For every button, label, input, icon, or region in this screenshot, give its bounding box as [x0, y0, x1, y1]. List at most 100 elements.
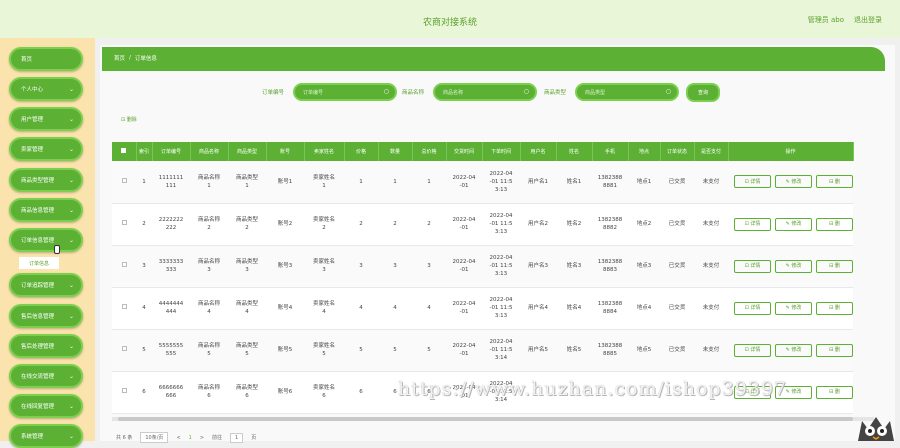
- pagination: 共 6 条 10条/页 < 1 > 前往 1 页: [116, 432, 256, 443]
- cell-place: 地点5: [628, 329, 660, 372]
- select-all-checkbox[interactable]: [112, 142, 137, 161]
- chevron-down-icon: ⌄: [68, 237, 74, 244]
- cell-seller: 卖家姓名 3: [304, 245, 344, 288]
- detail-button[interactable]: ⊡ 详情: [734, 217, 771, 231]
- sidebar-item-3[interactable]: 卖家管理 ⌄: [9, 137, 83, 161]
- cell-price: 3: [344, 245, 378, 288]
- edit-button[interactable]: ✎ 修改: [775, 217, 812, 231]
- product-name-input[interactable]: 商品名称 ○: [433, 83, 537, 101]
- cell-idx: 1: [136, 161, 152, 204]
- edit-button[interactable]: ✎ 修改: [775, 343, 812, 357]
- sidebar-item-label: 系统管理: [21, 434, 44, 440]
- row-checkbox[interactable]: [112, 245, 136, 288]
- cell-paid: 未支付: [694, 161, 728, 204]
- cell-acct: 账号2: [266, 203, 304, 246]
- cell-type: 商品类型 2: [228, 203, 266, 246]
- cell-name: 商品名称 5: [190, 329, 228, 372]
- search-icon: ○: [665, 88, 671, 95]
- sidebar-item-1[interactable]: 个人中心 ⌄: [9, 77, 83, 101]
- cell-order: 2222222 222: [152, 203, 190, 246]
- chevron-down-icon: ⌄: [68, 313, 74, 320]
- row-delete-button[interactable]: ⊟ 删: [816, 217, 853, 231]
- row-checkbox[interactable]: [112, 329, 136, 372]
- horizontal-scrollbar[interactable]: [112, 417, 874, 421]
- cell-actions: ⊡ 详情 ✎ 修改 ⊟ 删: [728, 287, 853, 330]
- cell-acct: 账号3: [266, 245, 304, 288]
- query-button[interactable]: 查询: [686, 83, 720, 102]
- sidebar-item-8[interactable]: 售后信息管理 ⌄: [9, 304, 83, 328]
- next-page-button[interactable]: >: [200, 435, 204, 441]
- chevron-down-icon: ⌄: [68, 86, 74, 93]
- cell-real: 姓名5: [556, 329, 592, 372]
- table-row[interactable]: 4 4444444 444 商品名称 4 商品类型 4 账号4 卖家姓名 4 4 4 4 2022…: [112, 287, 853, 330]
- cell-seller: 卖家姓名 4: [304, 287, 344, 330]
- sidebar-item-5[interactable]: 商品信息管理 ⌄: [9, 198, 83, 222]
- table-row[interactable]: 2 2222222 222 商品名称 2 商品类型 2 账号2 卖家姓名 2 2 2 2 2022…: [112, 203, 853, 246]
- page-size-select[interactable]: 10条/页: [140, 432, 169, 443]
- logout-link[interactable]: 退出登录: [854, 15, 882, 25]
- sidebar-item-label: 售后信息管理: [21, 314, 55, 320]
- cell-time: 2022-04 -01 11:5 3:14: [482, 329, 520, 372]
- cell-time: 2022-04 -01 11:5 3:13: [482, 161, 520, 204]
- cell-time: 2022-04 -01 11:5 3:13: [482, 287, 520, 330]
- cell-paid: 未支付: [694, 203, 728, 246]
- chevron-down-icon: ⌄: [68, 116, 74, 123]
- table-row[interactable]: 3 3333333 333 商品名称 3 商品类型 3 账号3 卖家姓名 3 3 3 3 2022…: [112, 245, 853, 288]
- cell-price: 5: [344, 329, 378, 372]
- sidebar-item-2[interactable]: 用户管理 ⌄: [9, 107, 83, 131]
- scrollbar-thumb[interactable]: [118, 417, 853, 421]
- orders-table: 索引 订单编号 商品名称 商品类型 账号 卖家姓名 价格 数量 总价格 交货时间 下单时间 用户名 姓名…: [112, 142, 854, 414]
- row-checkbox[interactable]: [112, 287, 136, 330]
- sidebar-item-11[interactable]: 在线回复管理 ⌄: [9, 394, 83, 418]
- detail-button[interactable]: ⊡ 详情: [734, 175, 771, 189]
- edit-button[interactable]: ✎ 修改: [775, 301, 812, 315]
- product-type-label: 商品类型: [544, 90, 567, 96]
- cell-acct: 账号5: [266, 329, 304, 372]
- row-delete-button[interactable]: ⊟ 删: [816, 175, 853, 189]
- product-type-input[interactable]: 商品类型 ○: [575, 83, 679, 101]
- cell-status: 已交货: [660, 203, 694, 246]
- row-delete-button[interactable]: ⊟ 删: [816, 343, 853, 357]
- row-delete-button[interactable]: ⊟ 删: [816, 301, 853, 315]
- sidebar-item-10[interactable]: 在线交流管理 ⌄: [9, 364, 83, 388]
- row-checkbox[interactable]: [112, 371, 136, 414]
- order-no-input[interactable]: 订单编号 ○: [293, 83, 397, 101]
- cell-seller: 卖家姓名 1: [304, 161, 344, 204]
- cell-time: 2022-04 -01 11:5 3:13: [482, 203, 520, 246]
- breadcrumb-underline: [102, 69, 885, 71]
- chevron-down-icon: ⌄: [68, 343, 74, 350]
- detail-button[interactable]: ⊡ 详情: [734, 259, 771, 273]
- row-checkbox[interactable]: [112, 203, 136, 246]
- current-page[interactable]: 1: [189, 435, 192, 441]
- cell-status: 已交货: [660, 329, 694, 372]
- detail-button[interactable]: ⊡ 详情: [734, 343, 771, 357]
- sidebar-item-12[interactable]: 系统管理 ⌄: [9, 424, 83, 448]
- sidebar-item-4[interactable]: 商品类型管理 ⌄: [9, 168, 83, 192]
- row-delete-button[interactable]: ⊟ 删: [816, 259, 853, 273]
- row-checkbox[interactable]: [112, 161, 136, 204]
- edit-button[interactable]: ✎ 修改: [775, 259, 812, 273]
- cell-total: 3: [412, 245, 446, 288]
- cell-type: 商品类型 1: [228, 161, 266, 204]
- row-delete-button[interactable]: ⊟ 删: [816, 385, 853, 399]
- cell-idx: 6: [136, 371, 152, 414]
- breadcrumb-home[interactable]: 首页: [114, 54, 125, 62]
- prev-page-button[interactable]: <: [176, 435, 180, 441]
- cell-actions: ⊡ 详情 ✎ 修改 ⊟ 删: [728, 203, 853, 246]
- cell-delivery: 2022-04 -01: [446, 287, 482, 330]
- goto-page-input[interactable]: 1: [230, 432, 244, 443]
- table-row[interactable]: 5 5555555 555 商品名称 5 商品类型 5 账号5 卖家姓名 5 5 5 5 2022…: [112, 329, 853, 372]
- cell-time: 2022-04 -01 11:5 3:13: [482, 245, 520, 288]
- sidebar-item-0[interactable]: 首页: [9, 47, 83, 71]
- column-header: 是否支付: [694, 142, 729, 161]
- sidebar-item-7[interactable]: 订单追踪管理 ⌄: [9, 273, 83, 297]
- delete-button[interactable]: ⊡ 删除: [121, 116, 137, 123]
- table-row[interactable]: 1 1111111 111 商品名称 1 商品类型 1 账号1 卖家姓名 1 1 1 1 2022…: [112, 161, 853, 204]
- sidebar-subitem-order-info[interactable]: 订单信息: [19, 257, 59, 269]
- sidebar-item-6[interactable]: 订单信息管理 ⌄: [9, 228, 83, 252]
- edit-button[interactable]: ✎ 修改: [775, 175, 812, 189]
- cell-type: 商品类型 4: [228, 287, 266, 330]
- detail-button[interactable]: ⊡ 详情: [734, 301, 771, 315]
- user-area: 管理员 abo 退出登录: [808, 15, 882, 25]
- sidebar-item-9[interactable]: 售后处理管理 ⌄: [9, 334, 83, 358]
